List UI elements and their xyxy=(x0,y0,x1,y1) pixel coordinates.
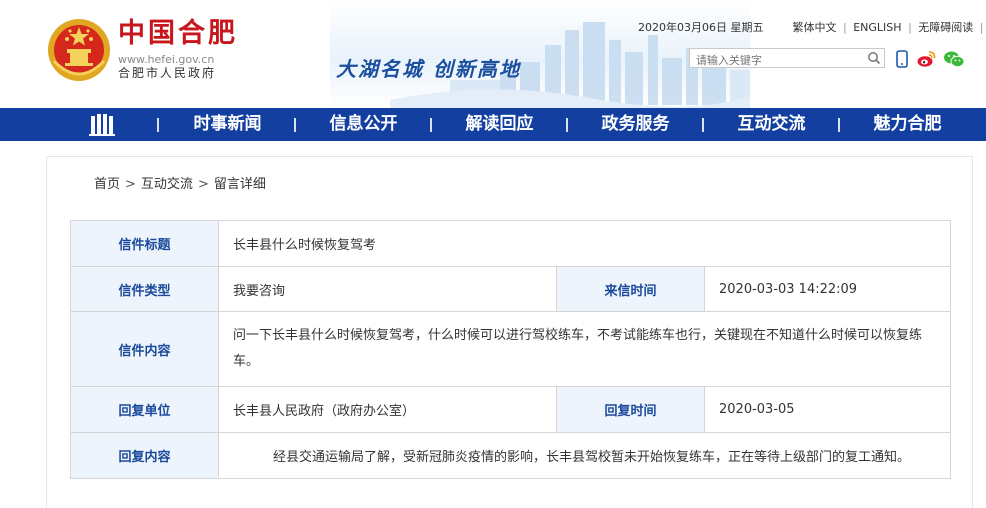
search-box xyxy=(689,48,885,70)
national-emblem-icon xyxy=(48,19,110,81)
letter-detail-table: 信件标题 长丰县什么时候恢复驾考 信件类型 我要咨询 来信时间 2020-03-… xyxy=(70,220,951,479)
nav-item-services[interactable]: 政务服务 xyxy=(568,108,703,141)
link-traditional-chinese[interactable]: 繁体中文 xyxy=(793,21,837,34)
nav-item-charm-hefei[interactable]: 魅力合肥 xyxy=(840,108,975,141)
reply-content-label: 回复内容 xyxy=(70,432,219,479)
table-row: 信件内容 问一下长丰县什么时候恢复驾考，什么时候可以进行驾校练车，不考试能练车也… xyxy=(70,311,951,387)
city-skyline-banner xyxy=(330,0,750,108)
top-utility-bar: 2020年03月06日 星期五 繁体中文 | ENGLISH | 无障碍阅读 |… xyxy=(638,21,984,34)
search-icon[interactable] xyxy=(867,51,881,65)
site-logo-subtitle: 合肥市人民政府 xyxy=(118,66,217,80)
letter-content-value: 问一下长丰县什么时候恢复驾考，什么时候可以进行驾校练车，不考试能练车也行，关键现… xyxy=(218,311,951,387)
main-navigation: 时事新闻 信息公开 解读回应 政务服务 互动交流 魅力合肥 xyxy=(0,108,986,141)
link-accessibility[interactable]: 无障碍阅读 xyxy=(918,21,973,34)
table-row: 回复单位 长丰县人民政府（政府办公室） 回复时间 2020-03-05 xyxy=(70,386,951,433)
reply-unit-value: 长丰县人民政府（政府办公室） xyxy=(218,386,557,433)
search-input[interactable] xyxy=(690,51,864,70)
letter-type-label: 信件类型 xyxy=(70,266,219,312)
link-english[interactable]: ENGLISH xyxy=(853,21,901,34)
table-row: 信件类型 我要咨询 来信时间 2020-03-03 14:22:09 xyxy=(70,266,951,312)
site-logo-url: www.hefei.gov.cn xyxy=(118,53,215,66)
reply-unit-label: 回复单位 xyxy=(70,386,219,433)
reply-content-value: 经县交通运输局了解，受新冠肺炎疫情的影响，长丰县驾校暂未开始恢复练车，正在等待上… xyxy=(218,432,951,479)
site-slogan: 大湖名城 创新高地 xyxy=(336,57,521,81)
site-header: 中国合肥 www.hefei.gov.cn 合肥市人民政府 大湖名城 创新高地 … xyxy=(0,0,986,108)
reply-time-value: 2020-03-05 xyxy=(704,386,951,433)
nav-item-news[interactable]: 时事新闻 xyxy=(160,108,295,141)
nav-item-interpretation[interactable]: 解读回应 xyxy=(432,108,567,141)
weibo-icon[interactable] xyxy=(916,50,936,68)
letter-time-label: 来信时间 xyxy=(556,266,705,312)
letter-title-value: 长丰县什么时候恢复驾考 xyxy=(218,220,951,267)
letter-title-label: 信件标题 xyxy=(70,220,219,267)
wechat-icon[interactable] xyxy=(943,50,965,68)
breadcrumb-home[interactable]: 首页 xyxy=(94,177,120,192)
letter-content-label: 信件内容 xyxy=(70,311,219,387)
breadcrumb: 首页 > 互动交流 > 留言详细 xyxy=(94,177,266,192)
current-date: 2020年03月06日 星期五 xyxy=(638,21,764,34)
table-row: 回复内容 经县交通运输局了解，受新冠肺炎疫情的影响，长丰县驾校暂未开始恢复练车，… xyxy=(70,432,951,479)
nav-divider xyxy=(157,118,159,132)
reply-time-label: 回复时间 xyxy=(556,386,705,433)
site-logo-title[interactable]: 中国合肥 xyxy=(118,18,238,50)
breadcrumb-interaction[interactable]: 互动交流 xyxy=(141,177,193,192)
phone-icon[interactable] xyxy=(896,50,908,68)
letter-type-value: 我要咨询 xyxy=(218,266,557,312)
breadcrumb-current: 留言详细 xyxy=(213,177,266,192)
home-building-icon[interactable] xyxy=(88,113,116,137)
letter-time-value: 2020-03-03 14:22:09 xyxy=(704,266,951,312)
nav-item-interaction[interactable]: 互动交流 xyxy=(704,108,839,141)
table-row: 信件标题 长丰县什么时候恢复驾考 xyxy=(70,220,951,267)
nav-item-info-disclosure[interactable]: 信息公开 xyxy=(296,108,431,141)
